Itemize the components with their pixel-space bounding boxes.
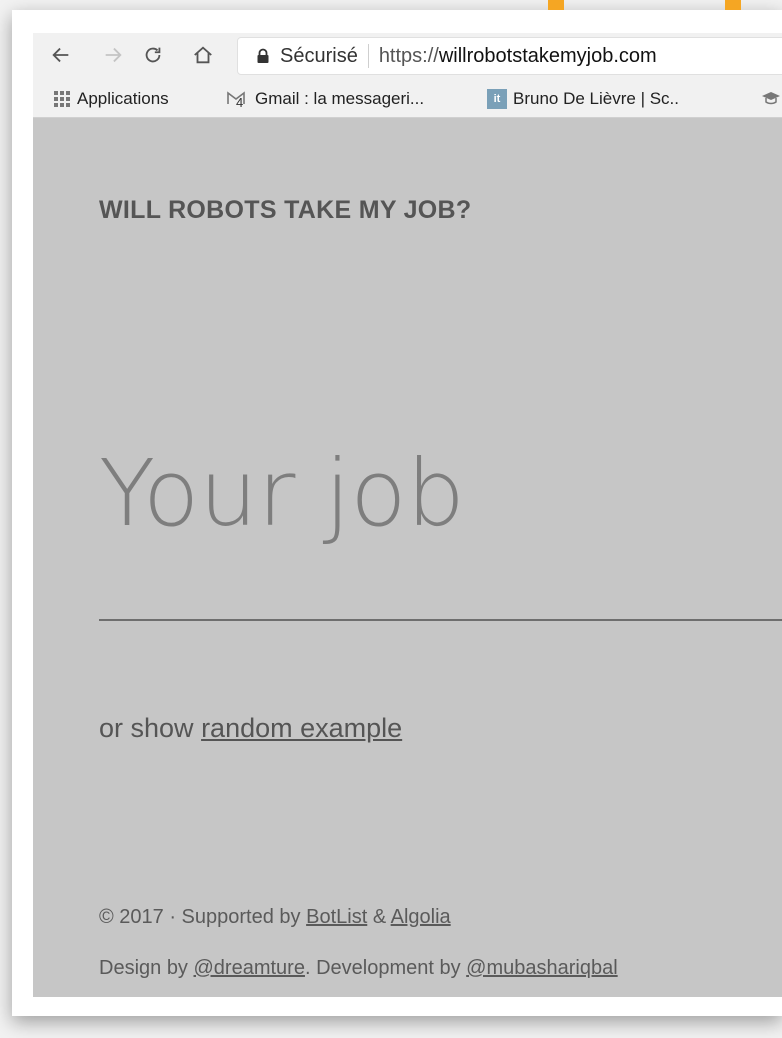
site-title: WILL ROBOTS TAKE MY JOB?: [99, 196, 472, 224]
graduation-cap-icon: [762, 92, 780, 105]
ampersand: &: [372, 906, 387, 928]
footer-credits: Design by @dreamture. Development by @mu…: [99, 957, 618, 980]
secure-label: Sécurisé: [280, 44, 358, 67]
address-separator: [367, 44, 369, 68]
back-arrow-icon: [52, 47, 69, 63]
algolia-link[interactable]: Algolia: [391, 906, 451, 928]
botlist-link[interactable]: BotList: [306, 906, 367, 928]
reload-button[interactable]: [139, 41, 167, 69]
address-bar[interactable]: Sécurisé https://willrobotstakemyjob.com: [237, 37, 782, 75]
or-show-text: or show: [99, 713, 194, 743]
dreamture-link[interactable]: @dreamture: [194, 957, 305, 979]
browser-window: Sécurisé https://willrobotstakemyjob.com…: [33, 33, 782, 997]
development-by-text: . Development by: [304, 957, 461, 979]
decorative-mark: [725, 0, 741, 10]
reload-icon: [145, 47, 161, 63]
url-host: willrobotstakemyjob.com: [438, 44, 657, 67]
bookmark-label: Gmail : la messageri...: [255, 89, 425, 108]
url-protocol: https://: [378, 44, 439, 67]
forward-arrow-icon: [105, 47, 122, 63]
bookmark-applications[interactable]: Applications: [53, 88, 169, 110]
bookmark-label: Bruno De Lièvre | Sc..: [513, 89, 679, 108]
bookmark-bruno[interactable]: it Bruno De Lièvre | Sc..: [487, 88, 679, 110]
random-example-line: or show random example: [99, 713, 402, 744]
bookmarks-bar: Applications 4 Gmail : la messageri... i…: [33, 79, 782, 118]
job-search-input[interactable]: [99, 433, 782, 553]
browser-toolbar: Sécurisé https://willrobotstakemyjob.com: [33, 33, 782, 79]
lock-icon: [257, 48, 269, 63]
home-icon: [194, 46, 212, 64]
copyright-text: © 2017 · Supported by: [99, 906, 301, 928]
design-by-text: Design by: [99, 957, 188, 979]
gmail-badge: 4: [236, 95, 244, 110]
random-example-link[interactable]: random example: [201, 713, 402, 743]
apps-grid-icon: [54, 91, 70, 107]
mubashariqbal-link[interactable]: @mubashariqbal: [466, 957, 618, 979]
forward-button[interactable]: [99, 41, 127, 69]
footer-support: © 2017 · Supported by BotList & Algolia: [99, 906, 451, 929]
back-button[interactable]: [47, 41, 75, 69]
job-input-underline: [99, 619, 782, 621]
bookmark-label: Applications: [77, 89, 169, 108]
decorative-mark: [548, 0, 564, 10]
bookmark-overflow[interactable]: [761, 88, 781, 110]
home-button[interactable]: [189, 41, 217, 69]
it-favicon-icon: it: [487, 89, 507, 109]
bookmark-gmail[interactable]: 4 Gmail : la messageri...: [227, 88, 424, 110]
gmail-icon: 4: [227, 90, 249, 110]
